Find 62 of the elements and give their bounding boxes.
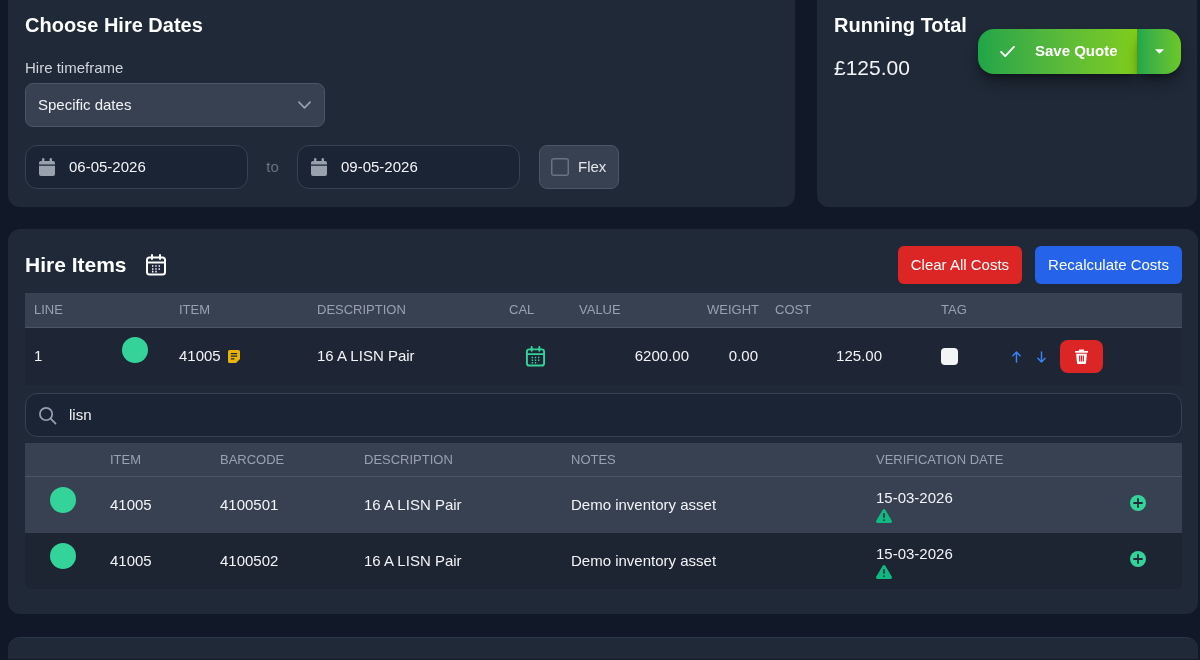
item-notes: Demo inventory asset: [571, 550, 717, 571]
total-amount: £125.00: [834, 55, 911, 81]
field-label: Hire timeframe: [25, 58, 125, 78]
barcode: 4100501: [220, 494, 279, 515]
note-icon[interactable]: [227, 350, 240, 363]
date-field[interactable]: 09-05-2026: [297, 145, 520, 189]
column-header: LINE: [34, 301, 63, 320]
barcode: 4100502: [220, 550, 279, 571]
item-description: 16 A LISN Pair: [364, 494, 462, 515]
arrow-down-icon[interactable]: [1037, 350, 1046, 363]
calendar-icon: [310, 158, 328, 176]
column-header: COST: [775, 301, 812, 320]
line-number: 1: [34, 346, 43, 367]
caret-icon: [1155, 49, 1164, 54]
action-button[interactable]: Recalculate Costs: [1035, 246, 1182, 284]
item-code: 41005: [110, 494, 152, 515]
column-header: VERIFICATION DATE: [876, 450, 1004, 469]
checkbox-icon[interactable]: [551, 158, 569, 176]
add-icon[interactable]: [1130, 551, 1146, 567]
flex-toggle[interactable]: Flex: [539, 145, 620, 189]
column-header: ITEM: [179, 301, 211, 320]
delete-button[interactable]: [1060, 340, 1103, 373]
panel-title: Choose Hire Dates: [25, 13, 204, 38]
check-icon: [1000, 46, 1015, 57]
item-description: 16 A LISN Pair: [317, 346, 415, 367]
column-header: ITEM: [110, 450, 142, 469]
item-code: 41005: [110, 550, 152, 571]
verification-date: 15-03-2026: [876, 487, 953, 508]
calendar-icon[interactable]: [144, 254, 167, 276]
item-code: 41005: [179, 346, 221, 367]
column-header: CAL: [509, 301, 535, 320]
item-description: 16 A LISN Pair: [364, 550, 462, 571]
verification-date: 15-03-2026: [876, 543, 953, 564]
chevron-down-icon: [298, 101, 311, 109]
arrow-up-icon[interactable]: [1012, 350, 1021, 363]
action-button[interactable]: Clear All Costs: [897, 246, 1023, 284]
item-notes: Demo inventory asset: [571, 494, 717, 515]
item-weight: 0.00: [728, 346, 758, 367]
item-cost: 125.00: [836, 346, 882, 367]
search-icon: [38, 405, 57, 425]
calendar-icon[interactable]: [524, 346, 546, 367]
timeframe-select[interactable]: Specific dates: [25, 83, 325, 127]
result-row[interactable]: 41005 4100502 16 A LISN Pair Demo inventory asset 15-03-2026: [25, 533, 1182, 589]
result-row[interactable]: 41005 4100501 16 A LISN Pair Demo inventory asset 15-03-2026: [25, 477, 1182, 533]
column-header: BARCODE: [220, 450, 285, 469]
column-header: DESCRIPTION: [317, 301, 406, 320]
tag-checkbox[interactable]: [941, 348, 958, 365]
calendar-icon: [38, 158, 56, 176]
panel-title: Hire Items: [25, 252, 127, 278]
trash-icon: [1075, 349, 1088, 364]
column-header: DESCRIPTION: [364, 450, 453, 469]
column-header: TAG: [941, 301, 967, 320]
column-header: VALUE: [579, 301, 621, 320]
add-icon[interactable]: [1130, 495, 1146, 511]
date-field[interactable]: 06-05-2026: [25, 145, 248, 189]
column-header: WEIGHT: [707, 301, 759, 320]
save-options-button[interactable]: [1137, 29, 1181, 74]
column-header: NOTES: [571, 450, 616, 469]
range-separator: to: [266, 156, 279, 177]
item-value: 6200.00: [634, 346, 689, 367]
search-field[interactable]: lisn: [25, 393, 1182, 437]
panel-title: Running Total: [834, 13, 967, 38]
